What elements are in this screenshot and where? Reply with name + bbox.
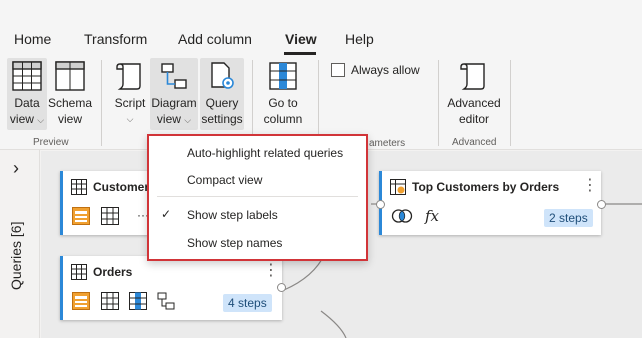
data-view-label-2: view ⌵: [9, 112, 45, 126]
relation-step-icon[interactable]: [157, 292, 175, 310]
tab-help[interactable]: Help: [345, 31, 374, 47]
chevron-down-icon: ⌵: [37, 115, 45, 125]
query-settings-button[interactable]: Query settings: [200, 61, 244, 127]
table-step-icon[interactable]: [101, 207, 119, 225]
diagram-view-label-1: Diagram: [151, 96, 197, 110]
schema-icon: [55, 61, 85, 91]
output-port[interactable]: [597, 200, 606, 209]
ribbon-separator: [510, 60, 511, 146]
step-count-badge[interactable]: 4 steps: [223, 294, 272, 312]
tab-home[interactable]: Home: [14, 31, 51, 47]
settings-gear-icon: [211, 62, 234, 89]
table-step-icon[interactable]: [101, 292, 119, 310]
diagram-view-dropdown-menu: Auto-highlight related queries Compact v…: [147, 134, 368, 261]
diagram-icon: [161, 63, 187, 89]
checkmark-icon: ✓: [161, 207, 172, 221]
card-title: Orders: [93, 265, 133, 279]
table-grid-icon: [12, 61, 42, 91]
function-fx-icon[interactable]: fx: [425, 207, 439, 225]
group-label-preview: Preview: [33, 137, 69, 148]
diagram-view-label-2: view ⌵: [156, 112, 192, 126]
data-view-button[interactable]: Data view ⌵: [7, 61, 47, 128]
menu-separator: [157, 196, 358, 197]
schema-view-button[interactable]: Schema view: [48, 61, 92, 127]
advanced-editor-scroll-icon: [460, 63, 485, 90]
column-step-icon[interactable]: [129, 292, 147, 310]
checkbox-box[interactable]: [331, 63, 345, 77]
data-view-label-1: Data: [14, 96, 40, 110]
query-settings-label-2: settings: [201, 112, 243, 126]
diagram-view-button[interactable]: Diagram view ⌵: [150, 61, 198, 128]
menu-item-auto-highlight[interactable]: Auto-highlight related queries: [187, 146, 343, 160]
merge-step-icon[interactable]: [391, 207, 413, 225]
schema-view-label-1: Schema: [48, 96, 93, 110]
active-tab-indicator: [284, 52, 316, 55]
schema-view-label-2: view: [57, 112, 82, 126]
output-port[interactable]: [277, 283, 286, 292]
advanced-editor-label-2: editor: [458, 112, 490, 126]
query-card-top-customers[interactable]: Top Customers by Orders ⋮ fx 2 steps: [379, 171, 601, 235]
menu-item-show-step-labels[interactable]: Show step labels: [187, 208, 278, 222]
chevron-down-icon: ⌵: [126, 114, 134, 124]
script-button[interactable]: Script ⌵: [110, 61, 150, 127]
tab-view[interactable]: View: [285, 31, 317, 47]
table-step-icon: [390, 179, 406, 195]
script-scroll-icon: [116, 63, 141, 90]
script-label: Script: [114, 96, 146, 110]
advanced-editor-label-1: Advanced: [447, 96, 501, 110]
ribbon-separator: [438, 60, 439, 146]
query-settings-label-1: Query: [205, 96, 239, 110]
group-label-advanced: Advanced: [452, 137, 497, 148]
tab-add-column[interactable]: Add column: [178, 31, 252, 47]
chevron-down-icon: ⌵: [184, 115, 192, 125]
go-to-column-icon: [269, 62, 297, 90]
tab-transform[interactable]: Transform: [84, 31, 147, 47]
always-allow-label: Always allow: [351, 63, 420, 77]
table-icon: [71, 264, 87, 280]
menu-item-compact-view[interactable]: Compact view: [187, 173, 262, 187]
go-to-column-label-2: column: [263, 112, 303, 126]
queries-pane-label: Queries [6]: [8, 221, 24, 290]
query-card-orders[interactable]: Orders ⋮ 4 steps: [60, 256, 282, 320]
ribbon: Home Transform Add column View Help Data…: [0, 0, 642, 150]
always-allow-checkbox[interactable]: Always allow: [331, 63, 420, 77]
go-to-column-button[interactable]: Go to column: [258, 61, 308, 127]
expand-chevron-icon[interactable]: ›: [13, 158, 19, 179]
go-to-column-label-1: Go to: [268, 96, 298, 110]
more-options-kebab-icon[interactable]: ⋮: [263, 260, 279, 280]
source-step-icon[interactable]: [72, 292, 90, 310]
ribbon-separator: [101, 60, 102, 146]
more-options-kebab-icon[interactable]: ⋮: [582, 175, 598, 195]
input-port[interactable]: [376, 200, 385, 209]
menu-item-show-step-names[interactable]: Show step names: [187, 236, 282, 250]
card-title: Top Customers by Orders: [412, 180, 560, 194]
advanced-editor-button[interactable]: Advanced editor: [444, 61, 504, 127]
step-count-badge[interactable]: 2 steps: [544, 209, 593, 227]
source-step-icon[interactable]: [72, 207, 90, 225]
group-label-parameters: ameters: [369, 138, 406, 149]
table-icon: [71, 179, 87, 195]
